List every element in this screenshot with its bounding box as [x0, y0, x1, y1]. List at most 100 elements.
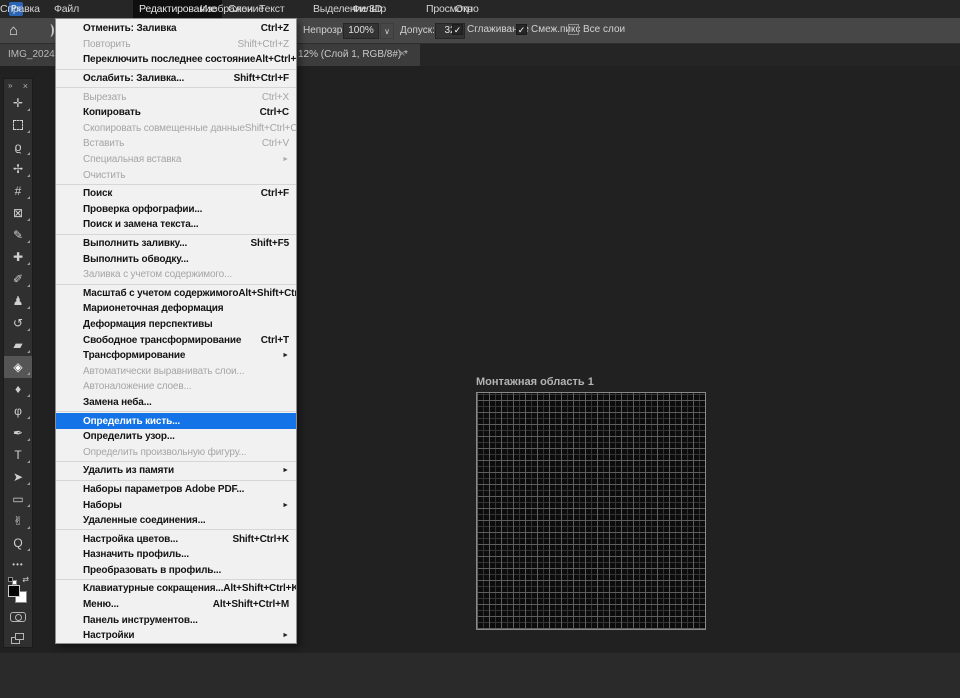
menubar-item[interactable]: 3D — [369, 0, 382, 18]
hand-tool-icon: ✌ — [12, 514, 24, 528]
blur-tool[interactable]: ♦ — [4, 378, 32, 400]
checkbox-checked-icon[interactable]: ✓ — [516, 24, 527, 35]
edit-menu-item[interactable]: Масштаб с учетом содержимого Alt+Shift+Ct… — [56, 286, 296, 302]
edit-menu-item[interactable]: Отменить: Заливка Ctrl+Z — [56, 21, 296, 37]
screen-mode-icon — [10, 633, 26, 645]
zoom-tool[interactable]: Q — [4, 532, 32, 554]
blur-tool-icon: ♦ — [14, 382, 22, 396]
edit-menu-item[interactable]: Определить кисть... — [56, 413, 296, 429]
edit-menu-item[interactable]: Переключить последнее состояние Alt+Ctrl+… — [56, 52, 296, 68]
edit-menu-item[interactable]: Поиск и замена текста... — [56, 217, 296, 233]
close-icon[interactable]: × — [399, 48, 405, 60]
edit-menu-item[interactable]: Назначить профиль... — [56, 547, 296, 563]
mini-foreground-swatch[interactable] — [8, 577, 13, 582]
active-tool-preview-icon[interactable] — [46, 24, 54, 37]
menu-separator — [56, 579, 296, 581]
artboard-label[interactable]: Монтажная область 1 — [476, 376, 594, 388]
path-selection-tool[interactable]: ➤ — [4, 466, 32, 488]
edit-menu-item: Очистить — [56, 167, 296, 183]
menu-item-label: Поиск — [83, 188, 113, 200]
checkbox-unchecked-icon[interactable] — [568, 24, 579, 35]
close-panel-icon[interactable]: × — [23, 81, 28, 91]
eraser-tool[interactable]: ▰ — [4, 334, 32, 356]
brush-tool[interactable]: ✐ — [4, 268, 32, 290]
artboard[interactable] — [476, 392, 706, 630]
type-tool-icon: T — [14, 448, 22, 462]
edit-menu-item[interactable]: Преобразовать в профиль... — [56, 563, 296, 579]
edit-menu-item[interactable]: Наборы параметров Adobe PDF... — [56, 482, 296, 498]
edit-menu-item[interactable]: Настройка цветов... Shift+Ctrl+K — [56, 531, 296, 547]
collapse-panel-icon[interactable]: » — [8, 81, 12, 90]
edit-menu-item: Повторить Shift+Ctrl+Z — [56, 37, 296, 53]
eyedropper-tool[interactable]: ✎ — [4, 224, 32, 246]
edit-menu-item[interactable]: Определить узор... — [56, 429, 296, 445]
foreground-color-swatch[interactable] — [8, 585, 20, 597]
edit-menu-item[interactable]: Поиск Ctrl+F — [56, 186, 296, 202]
menu-item-label: Панель инструментов... — [83, 614, 198, 626]
healing-brush-tool[interactable]: ✚ — [4, 246, 32, 268]
menubar-item[interactable]: Слои — [228, 0, 253, 18]
menu-item-label: Наборы параметров Adobe PDF... — [83, 483, 245, 495]
rectangle-tool[interactable]: ▭ — [4, 488, 32, 510]
edit-menu-item[interactable]: Меню... Alt+Shift+Ctrl+M — [56, 597, 296, 613]
move-tool[interactable]: ✛ — [4, 92, 32, 114]
color-swatches[interactable]: ⇄ — [4, 575, 32, 606]
menu-separator — [56, 479, 296, 481]
menu-separator — [56, 68, 296, 70]
edit-menu-item[interactable]: Удалить из памяти ► — [56, 463, 296, 479]
edit-menu-item[interactable]: Ослабить: Заливка... Shift+Ctrl+F — [56, 71, 296, 87]
menu-item-shortcut: Ctrl+X — [261, 91, 289, 103]
toolbar-options[interactable]: ••• — [4, 554, 32, 576]
menu-item-label: Удалить из памяти — [83, 465, 175, 477]
crop-tool[interactable]: # — [4, 180, 32, 202]
edit-menu-item[interactable]: Деформация перспективы — [56, 317, 296, 333]
menu-item-label: Очистить — [83, 169, 126, 181]
edit-menu-item[interactable]: Марионеточная деформация — [56, 301, 296, 317]
menubar-item[interactable]: Файл — [54, 0, 79, 18]
edit-menu-item[interactable]: Трансформирование ► — [56, 348, 296, 364]
rectangular-marquee-tool[interactable] — [4, 114, 32, 136]
dodge-tool[interactable]: φ — [4, 400, 32, 422]
paint-bucket-tool[interactable]: ◈ — [4, 356, 32, 378]
lasso-tool[interactable]: ϱ — [4, 136, 32, 158]
hand-tool[interactable]: ✌ — [4, 510, 32, 532]
edit-menu-item[interactable]: Выполнить заливку... Shift+F5 — [56, 236, 296, 252]
home-icon[interactable]: ⌂ — [9, 22, 18, 40]
chevron-down-icon[interactable]: ∨ — [380, 23, 394, 39]
edit-menu-item[interactable]: Копировать Ctrl+C — [56, 105, 296, 121]
clone-stamp-tool[interactable]: ♟ — [4, 290, 32, 312]
magic-wand-tool[interactable]: ✢ — [4, 158, 32, 180]
edit-menu-item[interactable]: Наборы ► — [56, 497, 296, 513]
edit-menu-item[interactable]: Удаленные соединения... — [56, 513, 296, 529]
edit-menu-item[interactable]: Клавиатурные сокращения... Alt+Shift+Ctrl… — [56, 581, 296, 597]
edit-menu-item[interactable]: Панель инструментов... — [56, 612, 296, 628]
history-brush-tool[interactable]: ↺ — [4, 312, 32, 334]
menu-item-label: Наборы — [83, 499, 122, 511]
menu-item-shortcut: Ctrl+C — [259, 107, 290, 119]
edit-menu-item[interactable]: Проверка орфографии... — [56, 202, 296, 218]
checkbox-checked-icon[interactable]: ✓ — [452, 24, 463, 35]
frame-tool-icon: ⊠ — [12, 206, 24, 220]
frame-tool[interactable]: ⊠ — [4, 202, 32, 224]
type-tool[interactable]: T — [4, 444, 32, 466]
menu-bar: Ps Файл Редактирование Изображение Слои Текс… — [0, 0, 960, 18]
edit-menu-item[interactable]: Замена неба... — [56, 395, 296, 411]
edit-menu-item[interactable]: Выполнить обводку... — [56, 251, 296, 267]
screen-mode-button[interactable] — [4, 628, 32, 650]
quick-mask-button[interactable] — [4, 606, 32, 628]
edit-menu-item[interactable]: Свободное трансформирование Ctrl+T — [56, 332, 296, 348]
menubar-item[interactable]: Окно — [455, 0, 479, 18]
menubar-item[interactable]: Текст — [259, 0, 285, 18]
eraser-tool-icon: ▰ — [13, 338, 23, 352]
clone-stamp-tool-icon: ♟ — [12, 294, 24, 308]
menu-item-shortcut: Ctrl+T — [260, 334, 289, 346]
menu-item-shortcut: Shift+Ctrl+F — [233, 73, 290, 85]
submenu-arrow-icon: ► — [282, 501, 289, 509]
opacity-label: Непрозр.: — [303, 25, 348, 36]
swap-colors-icon[interactable]: ⇄ — [22, 575, 29, 584]
pen-tool[interactable]: ✒ — [4, 422, 32, 444]
checkbox-3[interactable]: Все слои — [568, 24, 625, 35]
menubar-item[interactable]: Справка — [0, 0, 40, 18]
opacity-input[interactable]: 100% — [343, 23, 379, 39]
edit-menu-item[interactable]: Настройки ► — [56, 628, 296, 643]
